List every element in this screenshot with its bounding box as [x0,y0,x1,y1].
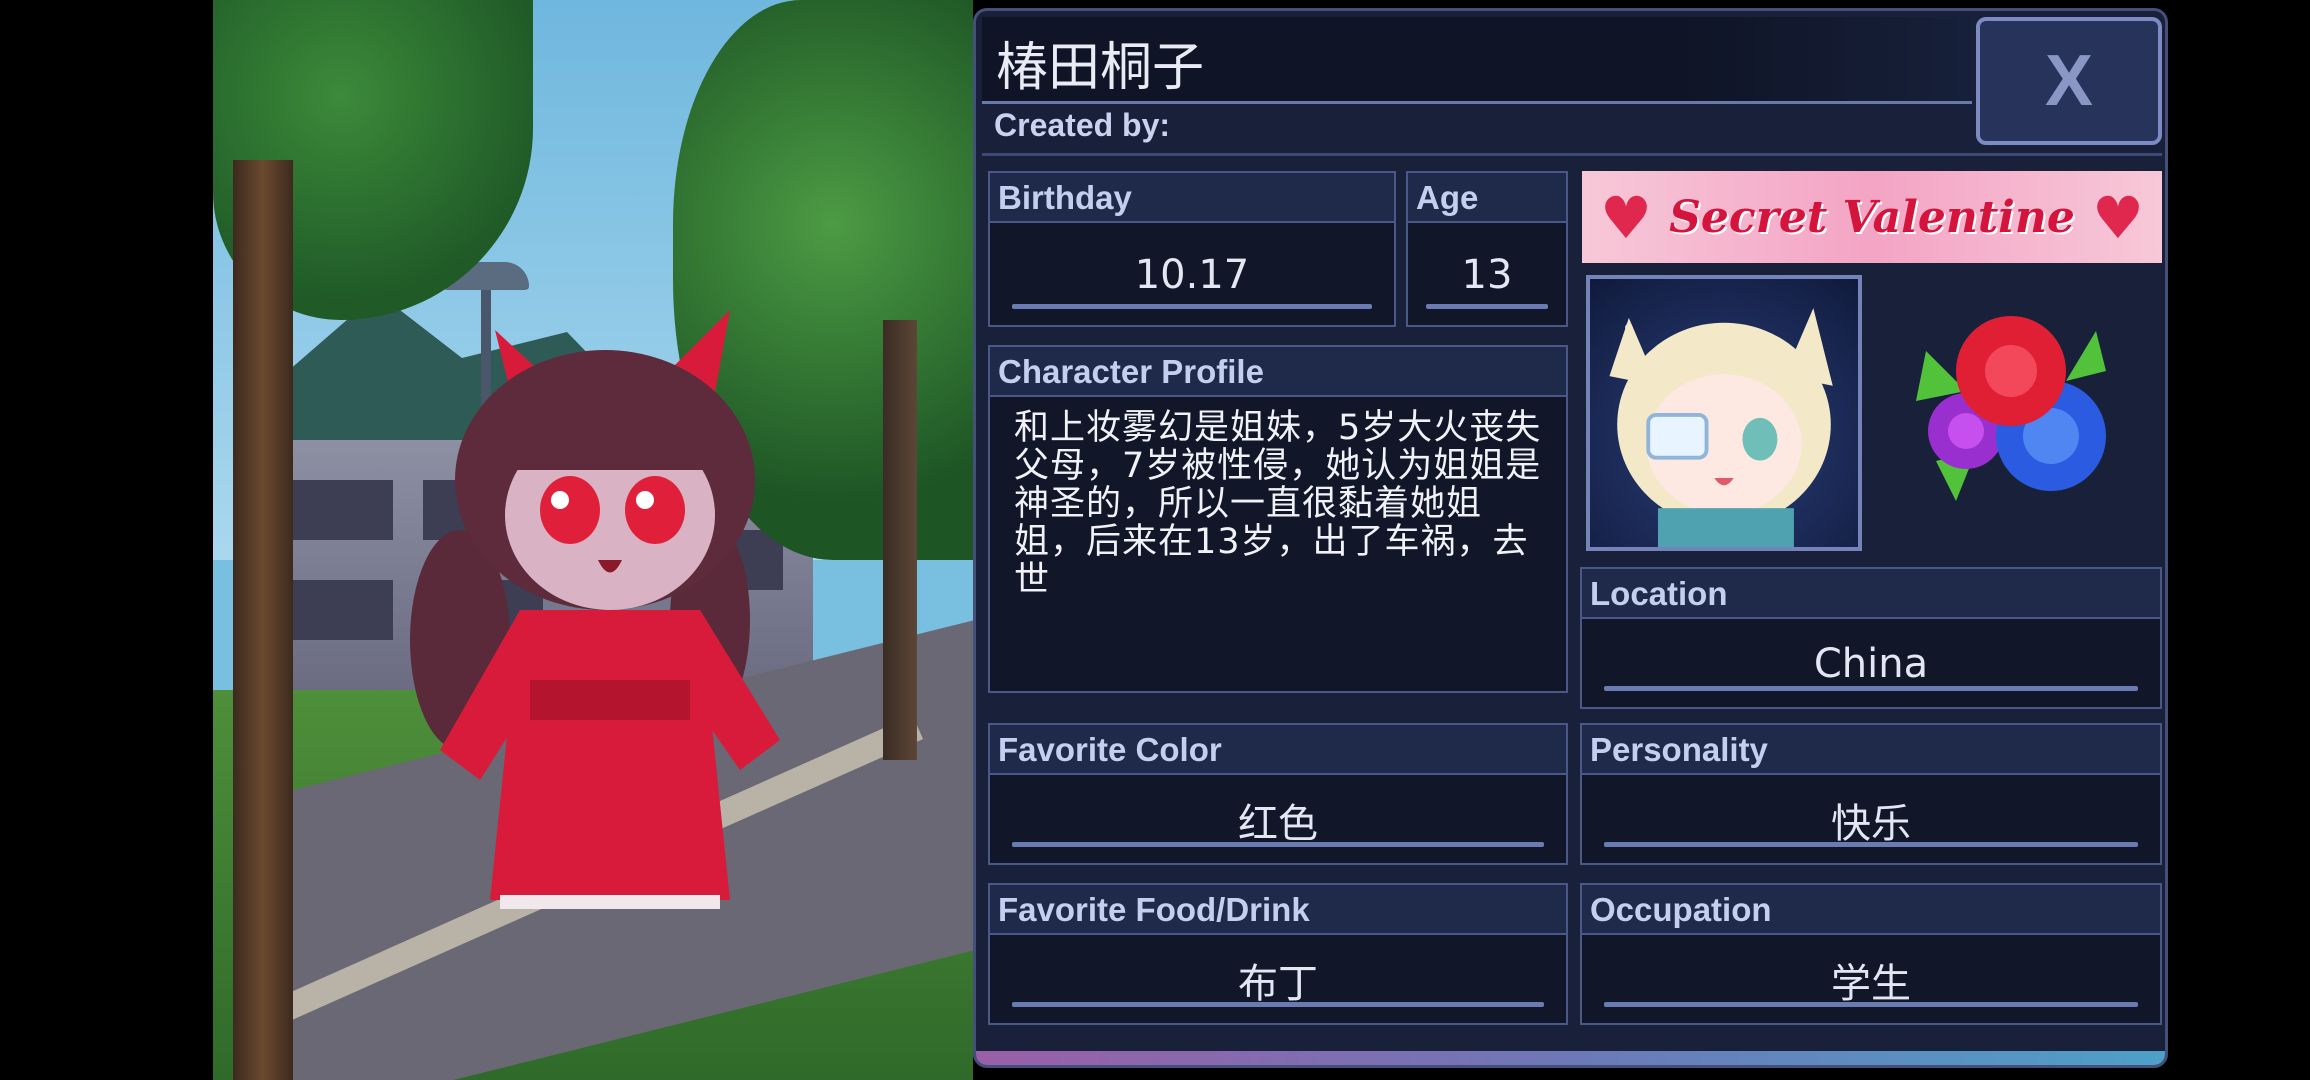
panel-bottom-bar [976,1051,2165,1065]
character-info-panel: 椿田桐子 Created by: X Birthday 10.17 Age 13… [973,8,2168,1068]
character-portrait[interactable] [1586,275,1862,551]
banner-text: Secret Valentine [1669,191,2075,243]
location-label: Location [1582,569,2160,619]
favorite-color-field[interactable]: Favorite Color 红色 [988,723,1568,865]
rose-bouquet-icon [1916,316,2106,501]
location-value: China [1813,641,1929,687]
event-banner: ♥ Secret Valentine ♥ [1582,171,2162,263]
age-field[interactable]: Age 13 [1406,171,1568,327]
birthday-field[interactable]: Birthday 10.17 [988,171,1396,327]
created-by-label: Created by: [994,107,1171,143]
heart-icon: ♥ [1600,184,1652,252]
eyepatch [1646,413,1709,460]
favorite-food-value: 布丁 [1238,961,1318,1007]
character-profile-text: 和上妆雾幻是姐妹，5岁大火丧失父母，7岁被性侵，她认为姐姐是神圣的，所以一直很黏… [1014,408,1542,600]
portrait-outfit [1657,508,1794,547]
character-name: 椿田桐子 [996,38,1205,98]
age-value: 13 [1461,252,1513,298]
personality-label: Personality [1582,725,2160,775]
character-sprite[interactable] [410,310,790,930]
close-button[interactable]: X [1976,17,2162,145]
favorite-food-label: Favorite Food/Drink [990,885,1566,935]
eye-right [625,476,685,544]
occupation-value: 学生 [1831,961,1911,1007]
personality-value: 快乐 [1831,801,1911,847]
age-label: Age [1408,173,1566,223]
heart-icon: ♥ [2092,184,2144,252]
tree-trunk-right [883,320,917,760]
location-underline [1604,686,2138,691]
favorite-color-underline [1012,842,1544,847]
personality-field[interactable]: Personality 快乐 [1580,723,2162,865]
bangs [505,410,715,470]
close-icon: X [2044,41,2094,121]
favorite-food-underline [1012,1002,1544,1007]
character-profile-field[interactable]: Character Profile 和上妆雾幻是姐妹，5岁大火丧失父母，7岁被性… [988,345,1568,693]
rose-purple-center [1948,413,1984,449]
character-profile-label: Character Profile [990,347,1566,397]
birthday-value: 10.17 [1134,252,1250,298]
occupation-field[interactable]: Occupation 学生 [1580,883,2162,1025]
favorite-color-value: 红色 [1238,801,1318,847]
occupation-label: Occupation [1582,885,2160,935]
location-field[interactable]: Location China [1580,567,2162,709]
birthday-underline [1012,304,1372,309]
eye-left [540,476,600,544]
rose-red-center [1985,345,2037,397]
eye-shine [636,491,654,509]
eye-shine [551,491,569,509]
personality-underline [1604,842,2138,847]
kimono-hem [500,895,720,909]
favorite-food-field[interactable]: Favorite Food/Drink 布丁 [988,883,1568,1025]
age-underline [1426,304,1548,309]
name-bar: 椿田桐子 [982,17,1972,104]
portrait-eye [1742,417,1778,461]
obi [530,680,690,720]
leaf [2066,331,2106,381]
occupation-underline [1604,1002,2138,1007]
divider [982,153,2162,156]
birthday-label: Birthday [990,173,1394,223]
tree-trunk-left [233,160,293,1080]
favorite-color-label: Favorite Color [990,725,1566,775]
